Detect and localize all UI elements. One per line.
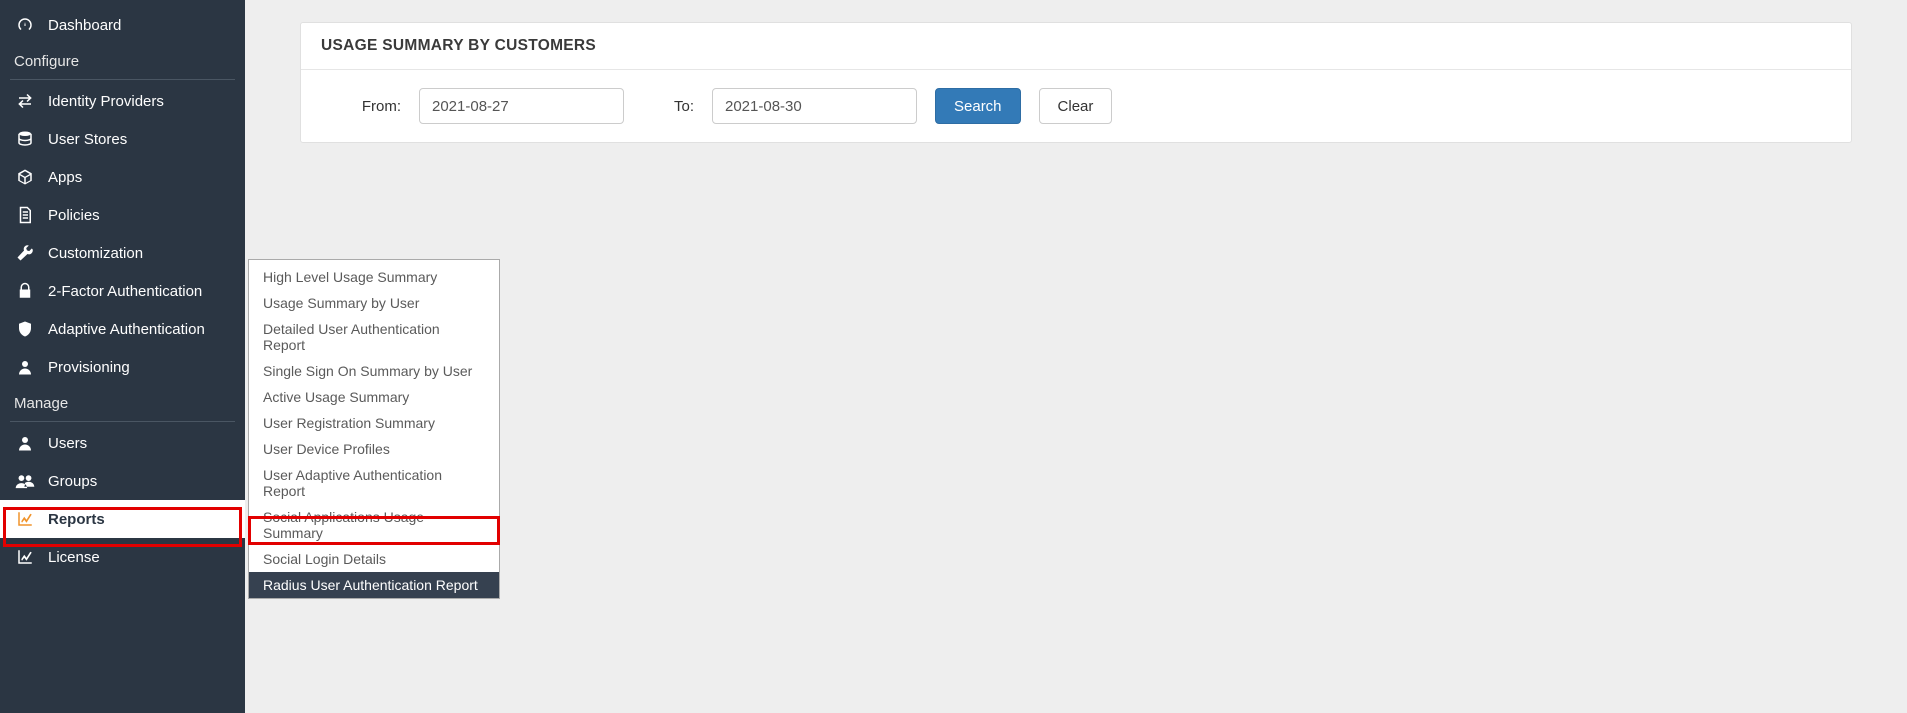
sidebar-item-customization[interactable]: Customization: [0, 234, 245, 272]
usage-summary-panel: USAGE SUMMARY BY CUSTOMERS From: To: Sea…: [300, 22, 1852, 143]
panel-title: USAGE SUMMARY BY CUSTOMERS: [301, 23, 1851, 70]
sidebar-item-identity-providers[interactable]: Identity Providers: [0, 82, 245, 120]
sidebar-item-label: Customization: [48, 245, 143, 262]
divider: [10, 421, 235, 422]
sidebar-item-user-stores[interactable]: User Stores: [0, 120, 245, 158]
sidebar-item-2fa[interactable]: 2-Factor Authentication: [0, 272, 245, 310]
sidebar-item-dashboard[interactable]: Dashboard: [0, 6, 245, 44]
submenu-item-radius-auth[interactable]: Radius User Authentication Report: [249, 572, 499, 598]
lock-icon: [14, 282, 36, 300]
cube-icon: [14, 168, 36, 186]
sidebar-item-label: Identity Providers: [48, 93, 164, 110]
sidebar-item-reports[interactable]: Reports: [0, 500, 245, 538]
sidebar-section-manage: Manage: [0, 386, 245, 421]
submenu-item-high-level-usage[interactable]: High Level Usage Summary: [249, 264, 499, 290]
sidebar-item-label: Policies: [48, 207, 100, 224]
from-label: From:: [349, 98, 401, 115]
search-button[interactable]: Search: [935, 88, 1021, 124]
user-icon: [14, 434, 36, 452]
submenu-item-social-login[interactable]: Social Login Details: [249, 546, 499, 572]
to-date-input[interactable]: [712, 88, 917, 124]
reports-submenu: High Level Usage Summary Usage Summary b…: [248, 259, 500, 599]
sidebar-item-groups[interactable]: Groups: [0, 462, 245, 500]
submenu-item-detailed-auth[interactable]: Detailed User Authentication Report: [249, 316, 499, 358]
to-label: To:: [642, 98, 694, 115]
group-icon: [14, 472, 36, 490]
sidebar-item-label: Reports: [48, 511, 105, 528]
gauge-icon: [14, 16, 36, 34]
sidebar-item-policies[interactable]: Policies: [0, 196, 245, 234]
database-icon: [14, 130, 36, 148]
submenu-item-active-usage[interactable]: Active Usage Summary: [249, 384, 499, 410]
sidebar-section-configure: Configure: [0, 44, 245, 79]
sidebar-item-label: 2-Factor Authentication: [48, 283, 202, 300]
sidebar-item-label: License: [48, 549, 100, 566]
sidebar-item-label: Provisioning: [48, 359, 130, 376]
submenu-item-social-apps[interactable]: Social Applications Usage Summary: [249, 504, 499, 546]
clear-button[interactable]: Clear: [1039, 88, 1113, 124]
sidebar-item-label: Apps: [48, 169, 82, 186]
submenu-item-user-registration[interactable]: User Registration Summary: [249, 410, 499, 436]
exchange-icon: [14, 92, 36, 110]
filter-row: From: To: Search Clear: [301, 70, 1851, 142]
shield-icon: [14, 320, 36, 338]
from-date-input[interactable]: [419, 88, 624, 124]
submenu-item-sso-summary[interactable]: Single Sign On Summary by User: [249, 358, 499, 384]
sidebar-item-label: Dashboard: [48, 17, 121, 34]
sidebar-item-label: Groups: [48, 473, 97, 490]
sidebar-item-license[interactable]: License: [0, 538, 245, 576]
divider: [10, 79, 235, 80]
submenu-item-adaptive-auth-report[interactable]: User Adaptive Authentication Report: [249, 462, 499, 504]
sidebar: Dashboard Configure Identity Providers U…: [0, 0, 245, 713]
chart-icon: [14, 510, 36, 528]
sidebar-item-apps[interactable]: Apps: [0, 158, 245, 196]
sidebar-item-users[interactable]: Users: [0, 424, 245, 462]
submenu-item-device-profiles[interactable]: User Device Profiles: [249, 436, 499, 462]
sidebar-item-label: Users: [48, 435, 87, 452]
user-icon: [14, 358, 36, 376]
sidebar-item-provisioning[interactable]: Provisioning: [0, 348, 245, 386]
submenu-item-usage-by-user[interactable]: Usage Summary by User: [249, 290, 499, 316]
chart-icon: [14, 548, 36, 566]
sidebar-item-label: User Stores: [48, 131, 127, 148]
sidebar-item-adaptive-auth[interactable]: Adaptive Authentication: [0, 310, 245, 348]
wrench-icon: [14, 244, 36, 262]
sidebar-item-label: Adaptive Authentication: [48, 321, 205, 338]
document-icon: [14, 206, 36, 224]
